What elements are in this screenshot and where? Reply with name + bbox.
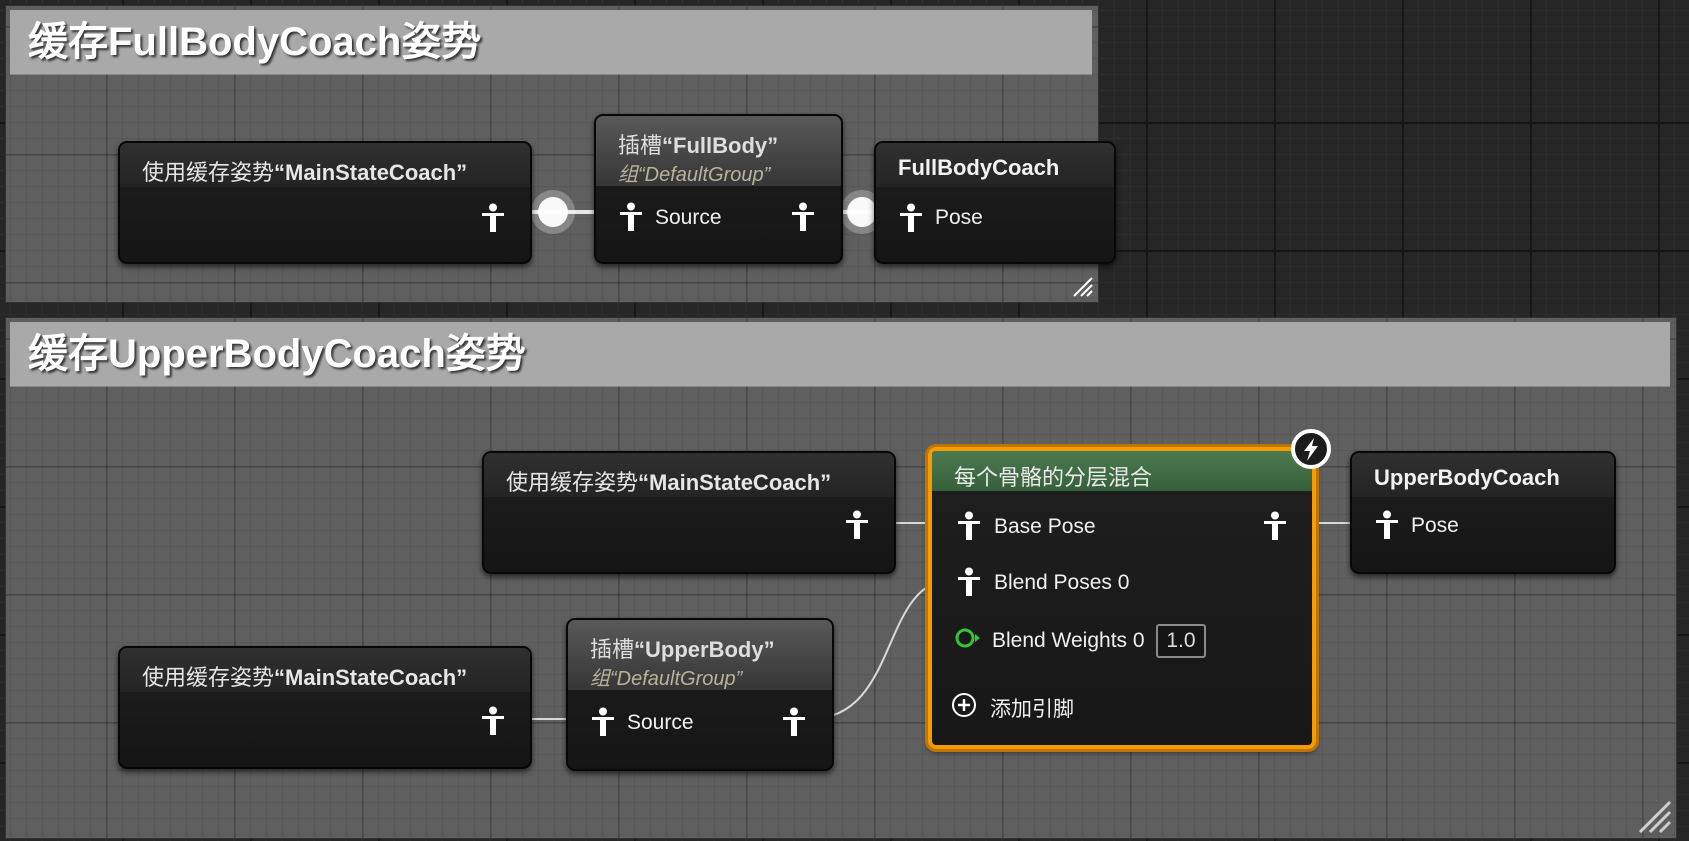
- node-title-prefix: 使用缓存姿势: [506, 470, 639, 495]
- pose-output-pin-icon[interactable]: [844, 510, 870, 540]
- node-title-name: “FullBody”: [662, 133, 779, 158]
- pin-label-blend-poses: Blend Poses 0: [994, 571, 1130, 594]
- node-title: 使用缓存姿势“MainStateCoach”: [142, 660, 467, 692]
- node-save-cached-pose-upperbody[interactable]: UpperBodyCoach Pose: [1350, 451, 1616, 574]
- pin-label-pose: Pose: [1411, 514, 1459, 537]
- wire-flow-dot: [531, 190, 575, 234]
- pin-label-source: Source: [627, 711, 694, 734]
- node-title: 插槽“FullBody”: [618, 128, 778, 160]
- pin-label-base-pose: Base Pose: [994, 515, 1096, 538]
- pose-output-pin-icon[interactable]: [1262, 511, 1288, 541]
- pin-label-blend-weights: Blend Weights 0: [992, 629, 1145, 652]
- pose-output-pin-icon[interactable]: [790, 202, 816, 232]
- pin-label-pose: Pose: [935, 206, 983, 229]
- node-title: UpperBodyCoach: [1374, 465, 1560, 490]
- node-title-prefix: 使用缓存姿势: [142, 160, 275, 185]
- pose-input-pin-icon[interactable]: [618, 202, 644, 232]
- node-title-name: “MainStateCoach”: [274, 665, 468, 690]
- add-pin-icon[interactable]: [950, 691, 978, 719]
- blend-weight-input[interactable]: 1.0: [1156, 624, 1206, 658]
- pose-input-pin-icon[interactable]: [898, 203, 924, 233]
- node-title-name: “MainStateCoach”: [274, 160, 468, 185]
- node-title-prefix: 插槽: [618, 133, 663, 158]
- add-pin-label[interactable]: 添加引脚: [990, 693, 1074, 723]
- node-title: 每个骨骼的分层混合: [954, 465, 1153, 490]
- node-title: 使用缓存姿势“MainStateCoach”: [506, 465, 831, 497]
- pose-output-pin-icon[interactable]: [480, 203, 506, 233]
- pose-input-pin-icon[interactable]: [590, 707, 616, 737]
- node-use-cached-pose[interactable]: 使用缓存姿势“MainStateCoach”: [118, 646, 532, 769]
- node-subtitle: 组“DefaultGroup”: [590, 668, 743, 690]
- node-title: FullBodyCoach: [898, 155, 1060, 180]
- node-use-cached-pose[interactable]: 使用缓存姿势“MainStateCoach”: [118, 141, 532, 264]
- pose-output-pin-icon[interactable]: [781, 707, 807, 737]
- node-title: 使用缓存姿势“MainStateCoach”: [142, 155, 467, 187]
- fast-path-lightning-icon: [1291, 429, 1331, 469]
- node-subtitle: 组“DefaultGroup”: [618, 164, 771, 186]
- pose-output-pin-icon[interactable]: [480, 706, 506, 736]
- node-title-prefix: 插槽: [590, 637, 635, 662]
- node-slot-upperbody[interactable]: 插槽“UpperBody” 组“DefaultGroup” Source: [566, 618, 834, 771]
- node-title-name: “MainStateCoach”: [638, 470, 832, 495]
- pin-label-source: Source: [655, 206, 722, 229]
- node-use-cached-pose[interactable]: 使用缓存姿势“MainStateCoach”: [482, 451, 896, 574]
- node-save-cached-pose-fullbody[interactable]: FullBodyCoach Pose: [874, 141, 1116, 264]
- float-input-pin-icon[interactable]: [954, 626, 982, 650]
- pose-input-pin-icon[interactable]: [956, 511, 982, 541]
- node-title-prefix: 使用缓存姿势: [142, 665, 275, 690]
- pose-input-pin-icon[interactable]: [956, 567, 982, 597]
- pose-input-pin-icon[interactable]: [1374, 510, 1400, 540]
- node-title: 插槽“UpperBody”: [590, 632, 775, 664]
- node-slot-fullbody[interactable]: 插槽“FullBody” 组“DefaultGroup” Source: [594, 114, 843, 264]
- node-layered-blend-per-bone[interactable]: 每个骨骼的分层混合 Base Pose Blend Poses 0 Blend …: [928, 447, 1316, 749]
- node-title-name: “UpperBody”: [634, 637, 775, 662]
